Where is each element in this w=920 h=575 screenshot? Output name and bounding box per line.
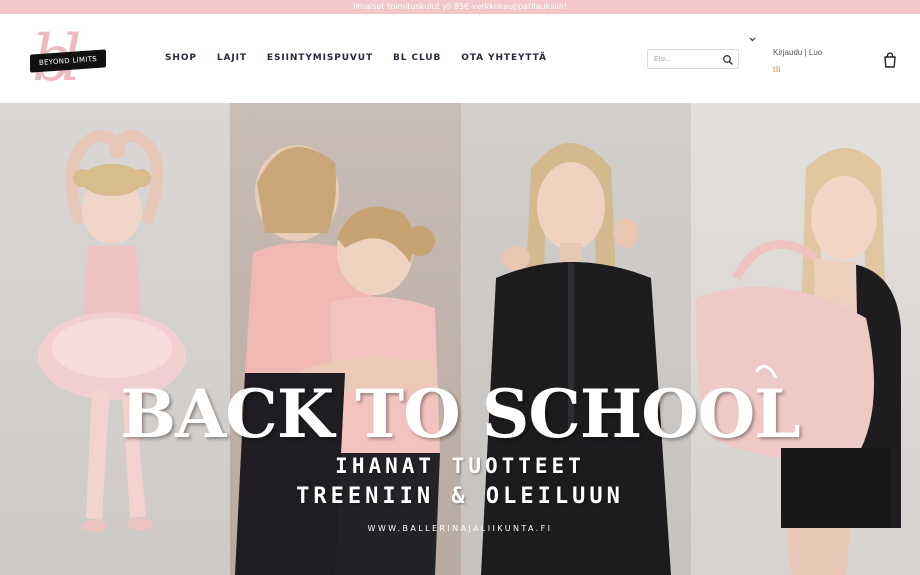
- hero-banner[interactable]: BACK TO SCHOOL IHANAT TUOTTEET TREENIIN …: [0, 103, 920, 575]
- hero-headline: BACK TO SCHOOL: [120, 375, 800, 453]
- brand-logo[interactable]: bl BEYOND LIMITS: [28, 26, 118, 96]
- cart-icon[interactable]: [883, 52, 897, 68]
- search-icon[interactable]: [722, 54, 734, 66]
- login-link[interactable]: Kirjaudu: [773, 48, 802, 57]
- hero-subtitle-2: TREENIIN & OLEILUUN: [296, 484, 624, 509]
- create-account-link-2[interactable]: tili: [773, 61, 833, 78]
- nav-item-bl-club[interactable]: BL CLUB: [393, 53, 441, 63]
- chevron-down-icon[interactable]: [749, 36, 756, 43]
- create-account-link[interactable]: Luo: [809, 48, 822, 57]
- nav-item-esiintymispuvut[interactable]: ESIINTYMISPUVUT: [267, 53, 373, 63]
- search-input[interactable]: [654, 52, 714, 67]
- nav-item-shop[interactable]: SHOP: [165, 53, 197, 63]
- site-header: bl BEYOND LIMITS SHOP LAJIT ESIINTYMISPU…: [0, 14, 920, 103]
- account-links: Kirjaudu | Luo tili: [773, 44, 833, 78]
- search-box: [647, 49, 739, 69]
- promo-bar: Ilmaiset toimituskulut yli 85€ verkkokau…: [0, 0, 920, 14]
- promo-text: Ilmaiset toimituskulut yli 85€ verkkokau…: [352, 2, 568, 11]
- hero-url: WWW.BALLERINAJALIIKUNTA.FI: [367, 524, 553, 533]
- main-nav: SHOP LAJIT ESIINTYMISPUVUT BL CLUB OTA Y…: [165, 53, 547, 63]
- nav-item-ota-yhteytta[interactable]: OTA YHTEYTTÄ: [461, 53, 547, 63]
- nav-item-lajit[interactable]: LAJIT: [217, 53, 247, 63]
- hero-subtitle-1: IHANAT TUOTTEET: [335, 454, 585, 478]
